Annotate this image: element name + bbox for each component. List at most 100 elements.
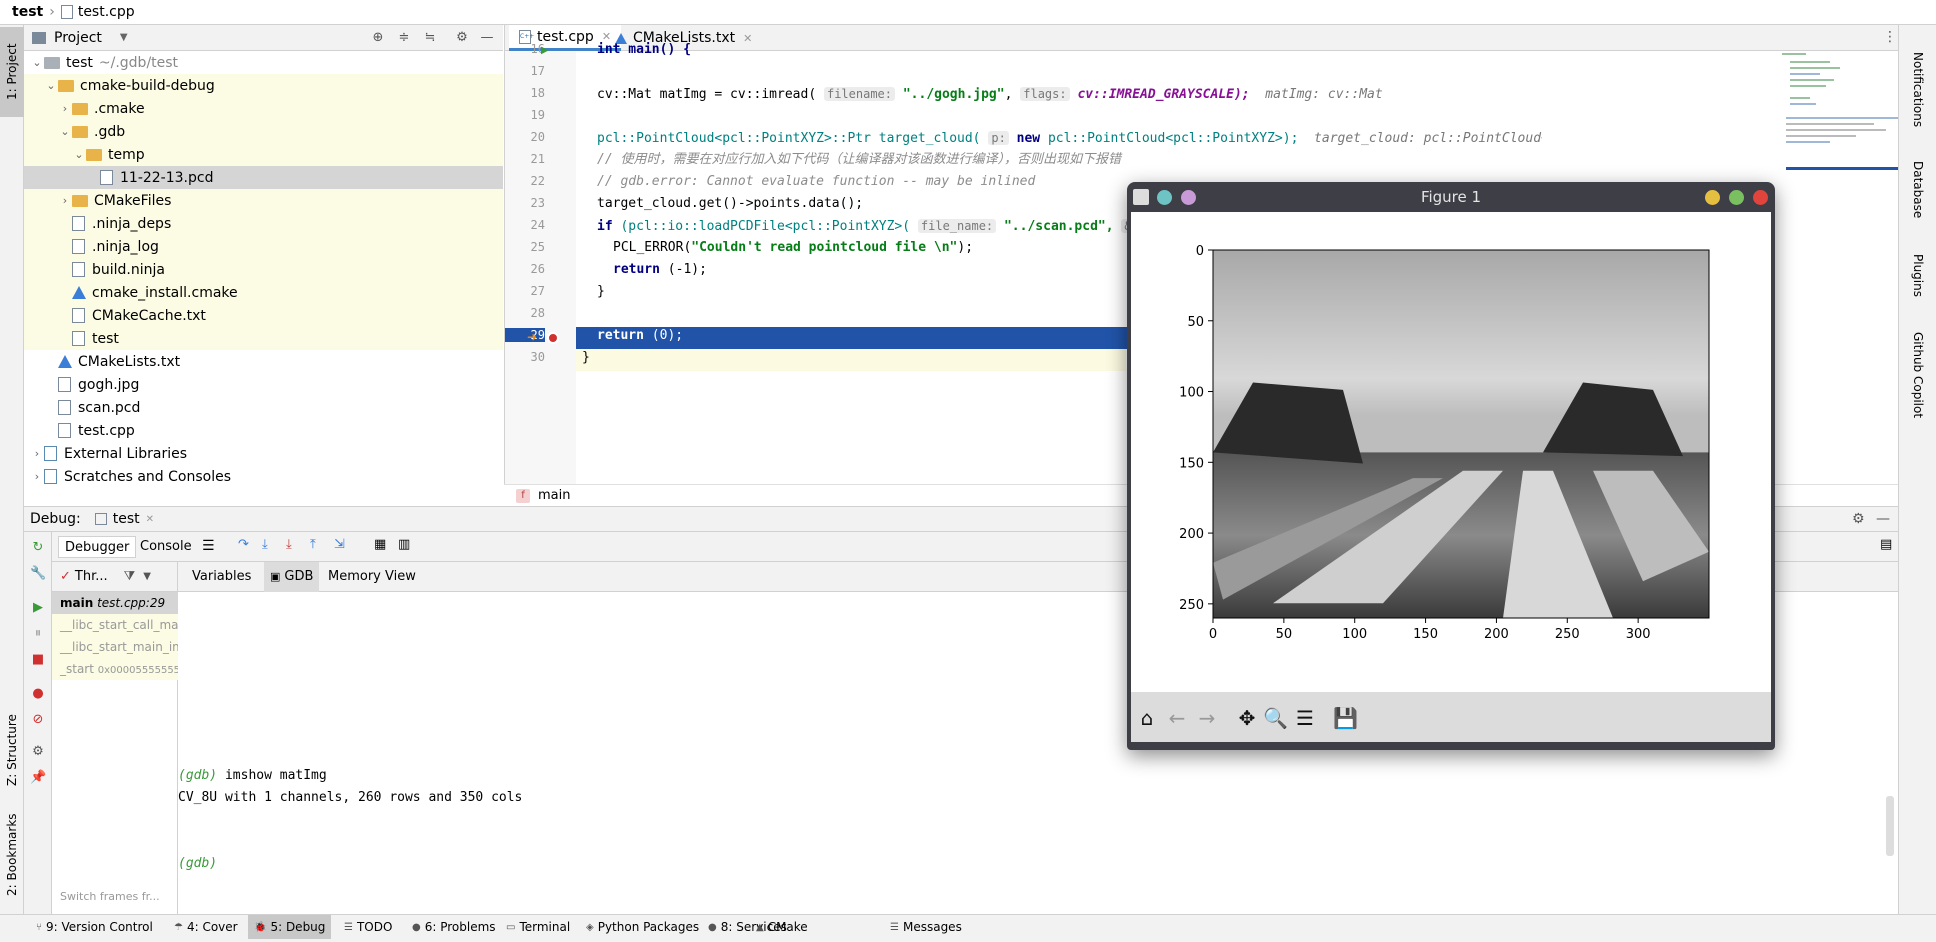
bottom-tab[interactable]: ▲ CMake (750, 915, 814, 939)
tab-memory-view[interactable]: Memory View (328, 569, 416, 584)
frame-item-main[interactable]: main test.cpp:29 (52, 592, 178, 614)
bottom-tab[interactable]: ▭ Terminal (500, 915, 576, 939)
structure-tool-tab[interactable]: Z: Structure (0, 705, 24, 795)
shade-button[interactable] (1181, 190, 1196, 205)
figure-window[interactable]: Figure 1 0 50 100 150 200 250 300 0 50 100 150 200 2… (1127, 182, 1775, 750)
force-step-into-icon[interactable]: ⤓ (286, 537, 292, 552)
maximize-button[interactable] (1729, 190, 1744, 205)
tab-debugger[interactable]: Debugger (58, 536, 137, 558)
layout-icon[interactable]: ☰ (202, 538, 215, 554)
pin-icon[interactable]: 📌 (30, 770, 46, 786)
tree-item[interactable]: ⌄ .gdb (24, 120, 503, 143)
tree-item[interactable]: ⌄ temp (24, 143, 503, 166)
collapse-all-icon[interactable]: ≒ (422, 30, 438, 46)
frame-item-libc-start-call-main[interactable]: __libc_start_call_main (52, 614, 178, 636)
sticky-button[interactable] (1157, 190, 1172, 205)
tab-gdb[interactable]: ▣ GDB (264, 562, 320, 592)
tree-item[interactable]: 11-22-13.pcd (24, 166, 503, 189)
home-icon[interactable]: ⌂ (1135, 706, 1159, 730)
back-icon[interactable]: ← (1165, 706, 1189, 730)
bookmarks-tool-tab[interactable]: 2: Bookmarks (0, 805, 24, 905)
bottom-tab[interactable]: 🐞 5: Debug (248, 915, 332, 939)
filter-icon[interactable]: ⧩ (124, 569, 136, 584)
tree-item[interactable]: CMakeCache.txt (24, 304, 503, 327)
close-button[interactable] (1753, 190, 1768, 205)
tab-variables[interactable]: Variables (192, 569, 251, 584)
tree-item[interactable]: cmake_install.cmake (24, 281, 503, 304)
bottom-tab[interactable]: ☂ 4: Cover (168, 915, 244, 939)
hide-icon[interactable]: — (479, 30, 495, 46)
breakpoint-icon[interactable] (547, 332, 559, 344)
gear-icon[interactable]: ⚙ (30, 744, 46, 760)
tree-item[interactable]: .ninja_deps (24, 212, 503, 235)
mute-breakpoints-icon[interactable]: ⊘ (30, 712, 46, 728)
tree-item[interactable]: scan.pcd (24, 396, 503, 419)
bottom-tab[interactable]: ● 6: Problems (406, 915, 502, 939)
resume-icon[interactable]: ▶ (30, 600, 46, 616)
project-name[interactable]: test (12, 4, 43, 20)
forward-icon[interactable]: → (1195, 706, 1219, 730)
plugins-tab[interactable]: Plugins (1899, 235, 1936, 315)
hide-icon[interactable]: — (1876, 511, 1890, 527)
tree-item[interactable]: › Scratches and Consoles (24, 465, 503, 488)
threads-selector[interactable]: Thr... (75, 569, 108, 584)
step-out-icon[interactable]: ⤒ (310, 537, 316, 552)
frame-item-start[interactable]: _start 0x0000555555555 (52, 658, 178, 680)
tree-item[interactable]: build.ninja (24, 258, 503, 281)
layout-settings-icon[interactable]: ▤ (1880, 537, 1892, 552)
chevron-down-icon[interactable]: ⌄ (58, 125, 72, 138)
bottom-tab[interactable]: ☰ Messages (884, 915, 968, 939)
chevron-right-icon[interactable]: › (58, 102, 72, 115)
save-icon[interactable]: 💾 (1333, 706, 1358, 730)
zoom-icon[interactable]: 🔍 (1263, 706, 1288, 730)
frame-item-libc-start-main-impl[interactable]: __libc_start_main_impl (52, 636, 178, 658)
memory-icon[interactable]: ▥ (398, 537, 410, 552)
breadcrumb-function[interactable]: main (538, 488, 570, 503)
view-breakpoints-icon[interactable]: ● (30, 686, 46, 702)
tree-item[interactable]: CMakeLists.txt (24, 350, 503, 373)
chevron-right-icon[interactable]: › (30, 470, 44, 483)
wrench-icon[interactable]: 🔧 (30, 566, 46, 582)
tree-item[interactable]: test (24, 327, 503, 350)
tree-item[interactable]: › CMakeFiles (24, 189, 503, 212)
database-tab[interactable]: Database (1899, 145, 1936, 235)
chevron-down-icon[interactable]: ▼ (120, 32, 128, 43)
chevron-right-icon[interactable]: › (30, 447, 44, 460)
tree-item[interactable]: .ninja_log (24, 235, 503, 258)
step-into-icon[interactable]: ⤓ (262, 537, 268, 552)
gear-icon[interactable]: ⚙ (1852, 511, 1865, 527)
rerun-icon[interactable]: ↻ (30, 540, 46, 556)
debug-session-tab[interactable]: test ✕ (94, 511, 154, 527)
github-copilot-tab[interactable]: Github Copilot (1899, 315, 1936, 435)
chevron-down-icon[interactable]: ⌄ (30, 56, 44, 69)
more-tabs-icon[interactable]: ⋮ (1883, 29, 1897, 45)
step-over-icon[interactable]: ↷ (238, 537, 249, 552)
chevron-right-icon[interactable]: › (58, 194, 72, 207)
tree-item[interactable]: › External Libraries (24, 442, 503, 465)
tree-item[interactable]: › .cmake (24, 97, 503, 120)
evaluate-icon[interactable]: ▦ (374, 537, 386, 552)
project-view-selector[interactable]: Project (54, 30, 102, 46)
pause-icon[interactable]: ⏸ (30, 626, 46, 642)
run-to-cursor-icon[interactable]: ⇲ (334, 537, 345, 552)
project-tool-tab[interactable]: 1: Project (0, 27, 24, 117)
console-scrollbar[interactable] (1886, 796, 1894, 856)
figure-titlebar[interactable]: Figure 1 (1127, 182, 1775, 212)
chevron-down-icon[interactable]: ▼ (143, 571, 151, 582)
run-gutter-icon[interactable]: ▶ (541, 45, 549, 56)
tree-item[interactable]: ⌄ cmake-build-debug (24, 74, 503, 97)
expand-all-icon[interactable]: ≑ (396, 30, 412, 46)
pan-icon[interactable]: ✥ (1235, 706, 1259, 730)
notifications-tab[interactable]: Notifications (1899, 35, 1936, 145)
minimize-button[interactable] (1705, 190, 1720, 205)
bottom-tab[interactable]: ◈ Python Packages (580, 915, 705, 939)
tree-item[interactable]: gogh.jpg (24, 373, 503, 396)
close-icon[interactable]: ✕ (146, 514, 154, 525)
stop-icon[interactable]: ■ (30, 652, 46, 668)
chevron-down-icon[interactable]: ⌄ (72, 148, 86, 161)
tree-item[interactable]: test.cpp (24, 419, 503, 442)
chevron-down-icon[interactable]: ⌄ (44, 79, 58, 92)
locate-icon[interactable]: ⊕ (370, 30, 386, 46)
close-icon[interactable]: ✕ (743, 32, 752, 45)
configure-subplots-icon[interactable]: ☰ (1293, 706, 1317, 730)
